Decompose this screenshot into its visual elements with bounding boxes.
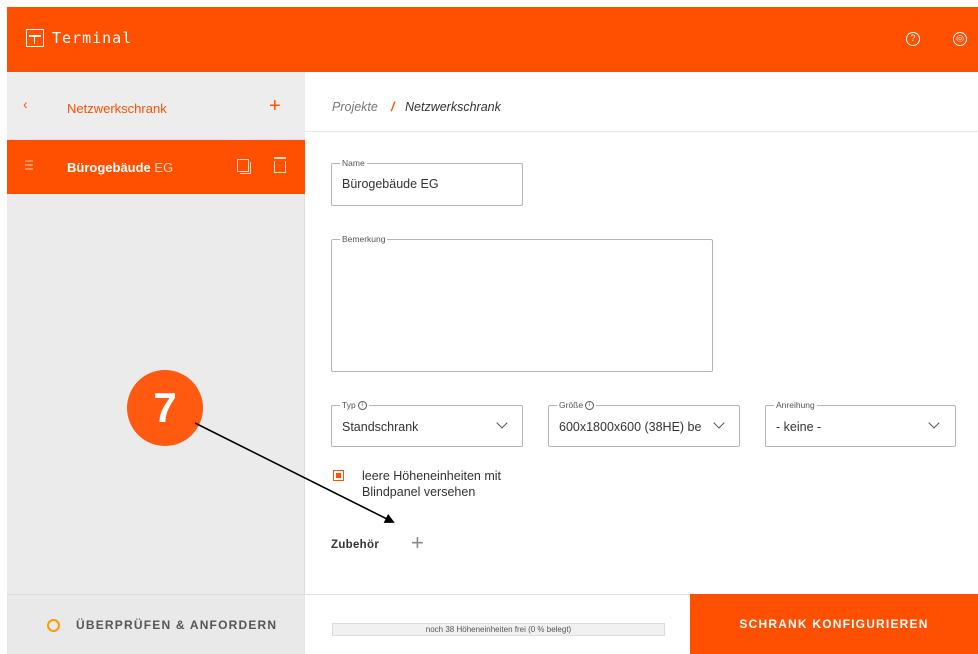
- capacity-progress-text: noch 38 Höheneinheiten frei (0 % belegt): [425, 625, 572, 634]
- remark-field-label: Bemerkung: [340, 233, 388, 245]
- sidebar: ‹ Netzwerkschrank + Bürogebäude EG: [7, 72, 305, 594]
- sidebar-item-label: Bürogebäude EG: [67, 160, 173, 175]
- name-field[interactable]: Name Bürogebäude EG: [331, 157, 523, 206]
- name-field-value: Bürogebäude EG: [342, 177, 439, 191]
- terminal-logo-icon: [26, 29, 44, 47]
- copy-icon[interactable]: [237, 159, 251, 174]
- size-select-label: Größe i: [557, 399, 597, 411]
- sidebar-header: ‹ Netzwerkschrank +: [7, 72, 305, 140]
- remark-field[interactable]: Bemerkung: [331, 233, 713, 372]
- settings-icon[interactable]: ◎: [953, 32, 967, 46]
- blind-panel-checkbox[interactable]: [333, 470, 344, 481]
- chevron-down-icon: [713, 417, 725, 429]
- chevron-left-icon[interactable]: ‹: [23, 96, 28, 112]
- type-select-label: Typ i: [340, 399, 369, 411]
- row-select-label: Anreihung: [774, 399, 817, 411]
- help-icon[interactable]: ?: [906, 32, 920, 46]
- status-ring-icon: [47, 619, 60, 632]
- type-select-value: Standschrank: [342, 420, 419, 434]
- info-icon[interactable]: i: [357, 401, 367, 411]
- drag-handle-icon[interactable]: [25, 160, 33, 170]
- size-select[interactable]: Größe i 600x1800x600 (38HE) be: [548, 399, 740, 447]
- blind-panel-label: leere Höheneinheiten mit Blindpanel vers…: [362, 469, 501, 499]
- sidebar-item-suffix: EG: [154, 160, 174, 175]
- capacity-panel: noch 38 Höheneinheiten frei (0 % belegt): [305, 594, 690, 654]
- chevron-down-icon: [928, 417, 940, 429]
- type-select-label-text: Typ: [342, 400, 356, 410]
- name-field-label: Name: [340, 157, 367, 169]
- sidebar-item-buerogebaeude[interactable]: Bürogebäude EG: [7, 140, 305, 194]
- size-select-value: 600x1800x600 (38HE) be: [559, 420, 702, 434]
- info-icon[interactable]: i: [585, 401, 595, 411]
- review-request-label: ÜBERPRÜFEN & ANFORDERN: [76, 618, 278, 632]
- breadcrumb-separator: /: [391, 100, 395, 114]
- size-select-label-text: Größe: [559, 400, 584, 410]
- type-select[interactable]: Typ i Standschrank: [331, 399, 523, 447]
- breadcrumb-projekte[interactable]: Projekte: [332, 100, 378, 114]
- accessories-label: Zubehör: [331, 539, 380, 551]
- configure-cabinet-button[interactable]: SCHRANK KONFIGURIEREN: [690, 594, 978, 654]
- plus-icon[interactable]: +: [269, 96, 281, 116]
- breadcrumb-current: Netzwerkschrank: [405, 100, 501, 114]
- row-select-value: - keine -: [776, 420, 822, 434]
- row-select[interactable]: Anreihung - keine -: [765, 399, 956, 447]
- capacity-progress-bar: noch 38 Höheneinheiten frei (0 % belegt): [332, 623, 665, 636]
- sidebar-item-name: Bürogebäude: [67, 160, 151, 175]
- breadcrumb: Projekte / Netzwerkschrank: [305, 72, 978, 132]
- app-header: Terminal ? ◎: [7, 7, 978, 72]
- sidebar-title: Netzwerkschrank: [67, 101, 167, 116]
- annotation-callout: 7: [127, 370, 203, 446]
- review-request-button[interactable]: ÜBERPRÜFEN & ANFORDERN: [7, 594, 305, 654]
- chevron-down-icon: [496, 417, 508, 429]
- app-title: Terminal: [52, 29, 133, 47]
- plus-icon[interactable]: +: [411, 532, 424, 554]
- trash-icon[interactable]: [274, 157, 286, 173]
